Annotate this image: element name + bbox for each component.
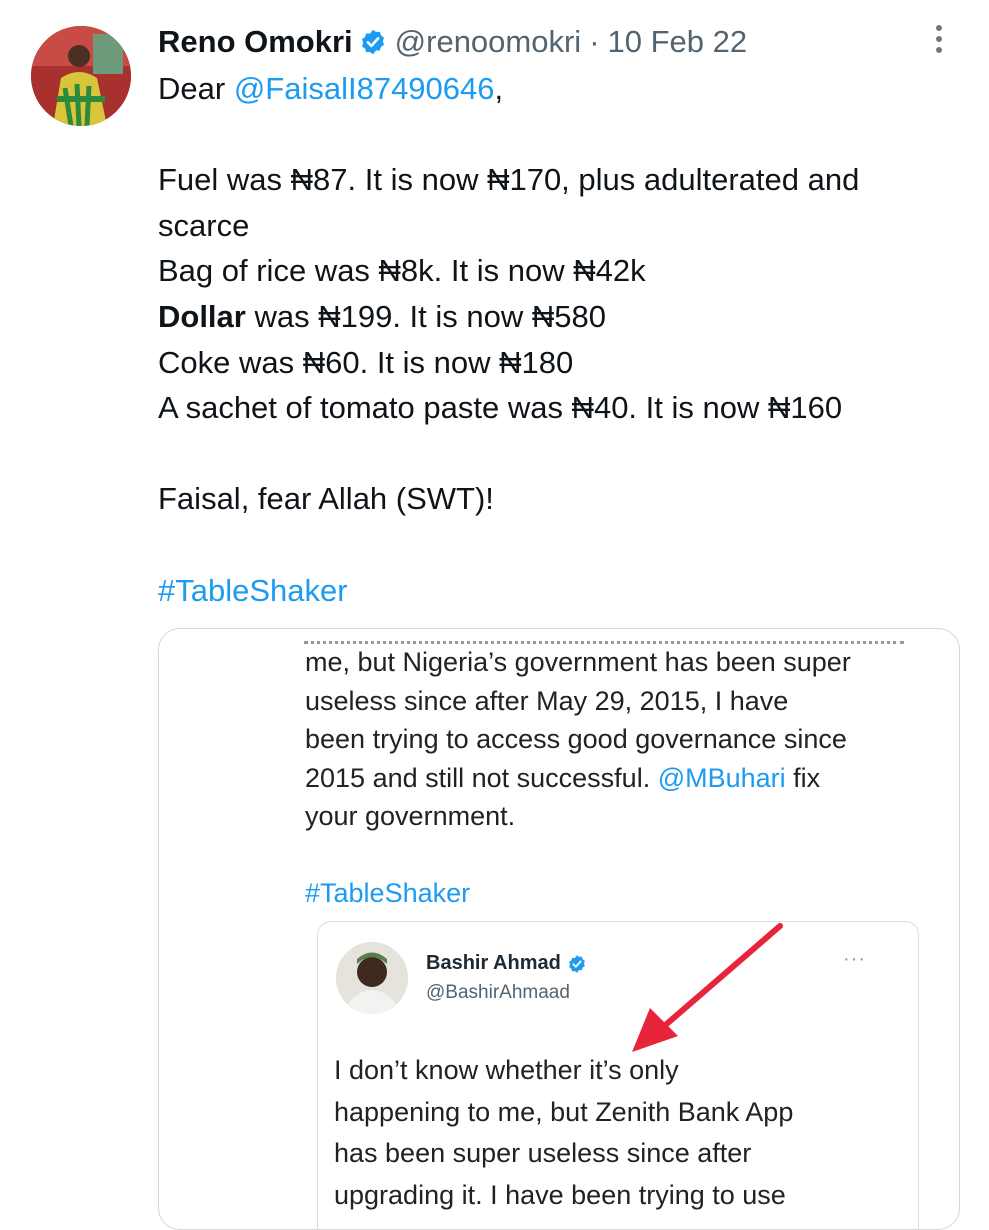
quoted-mention-link[interactable]: @MBuhari bbox=[658, 763, 786, 793]
hashtag-link[interactable]: #TableShaker bbox=[158, 568, 948, 614]
author-name[interactable]: Reno Omokri bbox=[158, 24, 353, 60]
tomato-line: A sachet of tomato paste was ₦40. It is … bbox=[158, 390, 843, 426]
rice-line: Bag of rice was ₦8k. It is now ₦42k bbox=[158, 253, 646, 289]
closing-line: Faisal, fear Allah (SWT)! bbox=[158, 481, 494, 517]
quoted-tweet-text: me, but Nigeria’s government has been su… bbox=[305, 643, 935, 913]
more-options-icon[interactable] bbox=[929, 20, 949, 60]
author-avatar[interactable] bbox=[31, 26, 131, 126]
mention-link[interactable]: @FaisalI87490646 bbox=[234, 71, 495, 106]
more-options-icon[interactable]: ··· bbox=[843, 948, 866, 971]
quoted-line-1: me, but Nigeria’s government has been su… bbox=[305, 647, 851, 677]
greeting-line: Dear @FaisalI87490646, bbox=[158, 66, 948, 112]
dollar-line: Dollar was ₦199. It is now ₦580 bbox=[158, 294, 948, 340]
tweet-date[interactable]: 10 Feb 22 bbox=[608, 24, 748, 60]
quoted-line-2: useless since after May 29, 2015, I have bbox=[305, 685, 789, 716]
bashir-handle[interactable]: @BashirAhmaad bbox=[426, 982, 570, 1004]
nested-line-2: happening to me, but Zenith Bank App bbox=[334, 1096, 794, 1127]
quoted-line-5: your government. bbox=[305, 801, 516, 831]
bashir-name-row: Bashir Ahmad bbox=[426, 952, 587, 975]
verified-badge-icon bbox=[359, 28, 387, 56]
coke-line: Coke was ₦60. It is now ₦180 bbox=[158, 344, 574, 380]
quoted-line-4-post: fix bbox=[785, 762, 821, 793]
nested-line-3: has been super useless since after bbox=[334, 1138, 752, 1168]
nested-tweet-text: I don’t know whether it’s only happening… bbox=[334, 1050, 904, 1216]
author-handle[interactable]: @renoomokri bbox=[395, 24, 582, 60]
attached-image-card[interactable]: me, but Nigeria’s government has been su… bbox=[158, 628, 960, 1230]
nested-line-4: upgrading it. I have been trying to use bbox=[334, 1179, 786, 1210]
bashir-avatar[interactable] bbox=[336, 942, 408, 1014]
red-arrow-annotation bbox=[632, 923, 783, 1052]
tweet-body: Dear @FaisalI87490646, Fuel was ₦87. It … bbox=[158, 66, 948, 613]
bashir-name[interactable]: Bashir Ahmad bbox=[426, 952, 561, 975]
quoted-hashtag-link[interactable]: #TableShaker bbox=[305, 874, 935, 913]
header-separator: · bbox=[589, 24, 600, 59]
greeting-prefix: Dear bbox=[158, 71, 234, 106]
verified-badge-icon bbox=[567, 954, 587, 974]
fuel-line-2: scarce bbox=[158, 207, 250, 243]
quoted-line-4-pre: 2015 and still not successful. bbox=[305, 762, 658, 793]
dollar-rest: was ₦199. It is now ₦580 bbox=[245, 298, 606, 334]
greeting-suffix: , bbox=[494, 71, 504, 106]
tweet-header: Reno Omokri @renoomokri · 10 Feb 22 bbox=[158, 20, 747, 64]
quoted-line-4: 2015 and still not successful. @MBuhari … bbox=[305, 759, 935, 798]
dollar-bold-word: Dollar bbox=[158, 298, 246, 334]
quoted-line-3: been trying to access good governance si… bbox=[305, 724, 847, 754]
fuel-line-1: Fuel was ₦87. It is now ₦170, plus adult… bbox=[158, 162, 860, 198]
cropped-text-row bbox=[304, 629, 904, 644]
